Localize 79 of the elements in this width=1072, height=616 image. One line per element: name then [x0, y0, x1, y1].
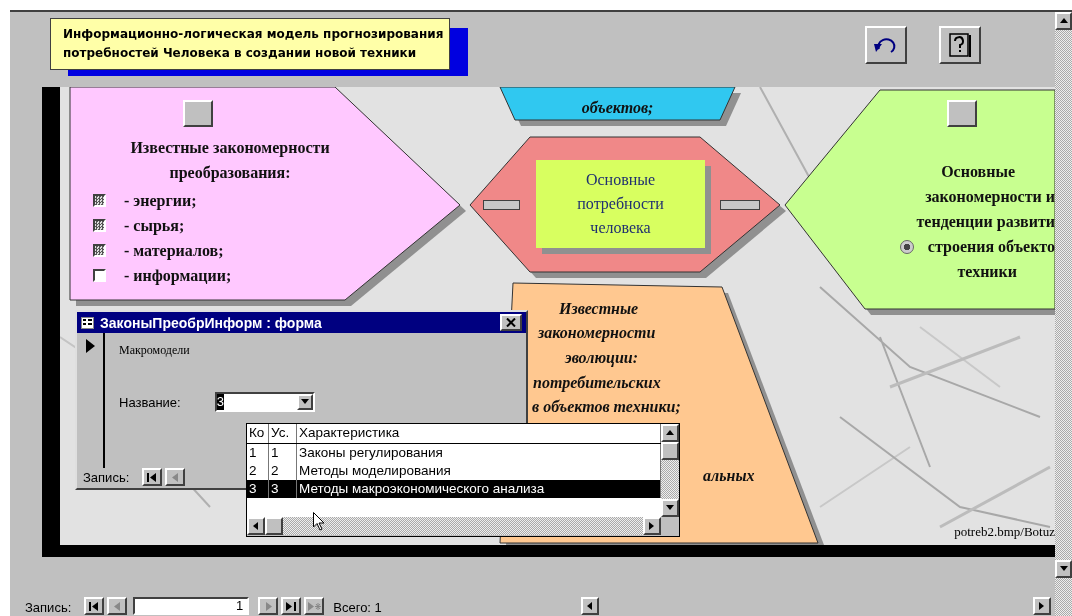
radio-label: строения объекто	[927, 237, 1055, 258]
record-number-field[interactable]: 1	[133, 597, 250, 615]
last-record-button[interactable]	[281, 597, 302, 615]
column-header: Ко	[247, 424, 269, 443]
checkbox[interactable]	[93, 194, 106, 207]
section-label: Макромодели	[119, 343, 191, 358]
checkbox[interactable]	[93, 269, 106, 282]
square-button[interactable]	[947, 100, 977, 127]
checkbox-label: - материалов;	[124, 241, 224, 262]
panel-text: Известные	[559, 299, 639, 319]
first-record-icon	[88, 601, 100, 611]
list-row[interactable]: 2 2 Методы моделирования	[247, 462, 661, 480]
first-record-icon	[146, 472, 158, 482]
previous-record-icon	[113, 601, 121, 611]
scroll-right-button[interactable]	[1033, 597, 1051, 615]
scroll-down-button[interactable]	[1055, 560, 1072, 578]
left-arrow-icon	[251, 521, 261, 531]
checkbox-label: - энергии;	[124, 191, 197, 212]
record-count: Всего: 1	[333, 600, 382, 615]
new-record-icon	[307, 601, 321, 611]
first-record-button[interactable]	[142, 468, 163, 486]
field-label: Название:	[119, 394, 181, 410]
form-icon	[81, 316, 94, 329]
box-text: Основные	[585, 170, 656, 190]
record-label: Запись:	[83, 469, 130, 485]
record-label: Запись:	[25, 600, 72, 615]
panel-text: закономерности	[538, 323, 656, 344]
panel-text: Основные	[941, 162, 1015, 182]
panel-text: закономерности и	[925, 187, 1055, 208]
last-record-icon	[285, 601, 297, 611]
scroll-down-button[interactable]	[661, 499, 679, 517]
previous-record-icon	[171, 472, 179, 482]
scroll-up-button[interactable]	[661, 424, 679, 442]
scroll-right-button[interactable]	[643, 517, 661, 535]
dropdown-button[interactable]	[296, 394, 313, 410]
panel-text: объектов;	[581, 98, 654, 118]
panel-text: в объектов техники;	[532, 397, 681, 417]
square-button[interactable]	[183, 100, 213, 127]
close-button[interactable]	[500, 314, 522, 331]
list-cell: 3	[269, 480, 297, 498]
up-arrow-icon	[665, 428, 675, 438]
name-combo[interactable]: 3	[214, 392, 315, 412]
list-row[interactable]: 3 3 Методы макроэкономического анализа	[247, 480, 661, 498]
scroll-up-button[interactable]	[1055, 12, 1072, 30]
scroll-thumb[interactable]	[265, 517, 283, 535]
list-cell: 3	[247, 480, 269, 498]
checkbox[interactable]	[93, 244, 106, 257]
checkbox[interactable]	[93, 219, 106, 232]
panel-text: потребительских	[533, 373, 661, 394]
list-row[interactable]: 1 1 Законы регулирования	[247, 444, 661, 462]
scroll-left-button[interactable]	[247, 517, 265, 535]
title-line: потребностей Человека в создании новой техники	[63, 45, 417, 62]
box-text: потребности	[577, 194, 664, 215]
connector-bar	[483, 200, 520, 210]
panel-text: альных	[703, 466, 755, 486]
checkbox-label: - информации;	[124, 266, 232, 287]
connector-bar	[720, 200, 760, 210]
help-icon	[947, 32, 973, 58]
help-button[interactable]	[939, 26, 981, 64]
record-pointer-icon	[85, 339, 95, 353]
checkbox-label: - сырья;	[124, 216, 185, 237]
scroll-left-button[interactable]	[581, 597, 599, 615]
left-arrow-icon	[585, 601, 595, 611]
caption: potreb2.bmp/Botuz	[954, 524, 1055, 540]
panel-text: тенденции развити	[916, 212, 1055, 233]
column-header: Ус.	[269, 424, 297, 443]
next-record-icon	[264, 601, 272, 611]
window-title: ЗаконыПреобрИнформ : форма	[100, 314, 323, 331]
box-text: человека	[590, 218, 651, 238]
panel-text: техники	[957, 262, 1017, 282]
scroll-thumb[interactable]	[661, 442, 679, 460]
close-icon	[506, 318, 516, 327]
panel-heading: преобразования:	[169, 163, 291, 184]
panel-heading: Известные закономерности	[130, 138, 330, 159]
up-arrow-icon	[1058, 16, 1069, 26]
first-record-button[interactable]	[84, 597, 105, 615]
undo-button[interactable]	[865, 26, 907, 64]
panel-text: эволюции:	[565, 348, 639, 369]
title-line: Информационно-логическая модель прогнозирования	[63, 26, 444, 43]
